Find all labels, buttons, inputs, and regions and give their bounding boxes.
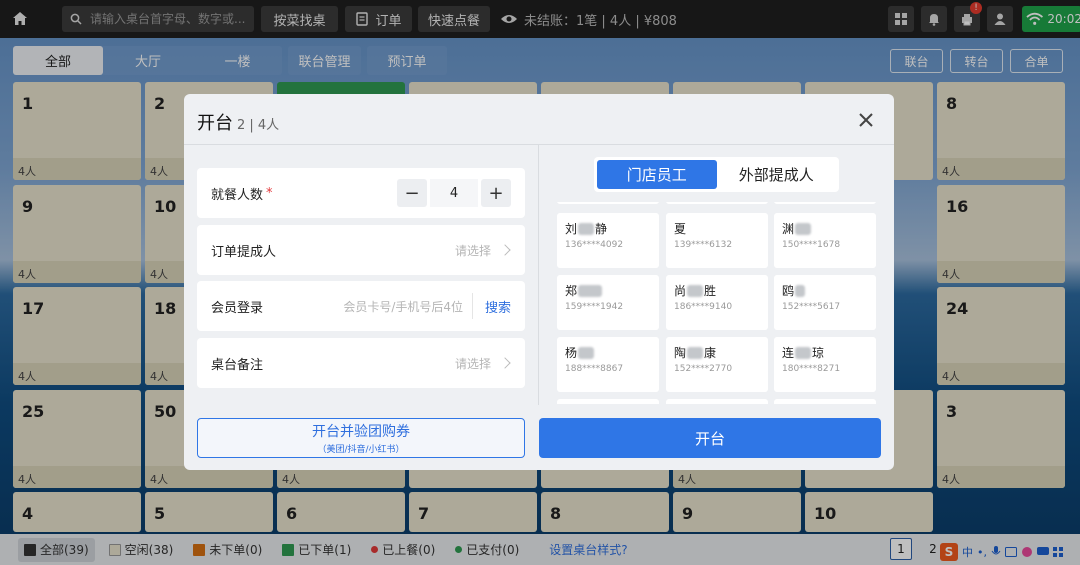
divider: [472, 293, 473, 319]
guest-count-row: 就餐人数 * − 4 +: [197, 168, 525, 218]
staff-card-partial[interactable]: [666, 202, 768, 204]
table-note-row[interactable]: 桌台备注 请选择: [197, 338, 525, 388]
redaction-blur: [795, 222, 812, 235]
member-login-label: 会员登录: [211, 300, 264, 316]
staff-name-part: 刘: [565, 222, 578, 236]
staff-card[interactable]: 夏 139****6132: [666, 213, 768, 268]
increment-button[interactable]: +: [481, 179, 511, 207]
staff-name: 连琼: [782, 344, 876, 361]
staff-card-partial[interactable]: [557, 399, 659, 404]
redaction-blur: [795, 346, 812, 359]
staff-name-part: 康: [704, 346, 717, 360]
staff-name: 夏: [674, 220, 768, 237]
table-note-label: 桌台备注: [211, 357, 264, 373]
staff-name: 鸥: [782, 282, 876, 299]
redaction-blur: [578, 346, 595, 359]
staff-card-partial[interactable]: [666, 399, 768, 404]
staff-name-part: 夏: [674, 222, 687, 236]
redaction-blur: [578, 284, 603, 297]
divider: [184, 144, 894, 145]
divider: [538, 145, 539, 405]
member-login-row: 会员登录 会员卡号/手机号后4位 搜索: [197, 281, 525, 331]
staff-name: 尚胜: [674, 282, 768, 299]
guest-count-value[interactable]: 4: [430, 179, 478, 207]
commission-person-row[interactable]: 订单提成人 请选择: [197, 225, 525, 275]
dialog-title-area: 开台 2 | 4人: [197, 109, 279, 135]
staff-phone: 159****1942: [565, 302, 624, 312]
redaction-blur: [578, 222, 595, 235]
staff-card[interactable]: 刘静 136****4092: [557, 213, 659, 268]
staff-card-partial[interactable]: [774, 399, 876, 404]
required-mark: *: [266, 185, 273, 201]
dialog-title: 开台: [197, 113, 233, 134]
commission-person-hint: 请选择: [454, 243, 491, 258]
staff-phone: 139****6132: [674, 240, 733, 250]
staff-phone: 152****2770: [674, 364, 733, 374]
member-search-button[interactable]: 搜索: [485, 297, 511, 316]
staff-name-part: 杨: [565, 346, 578, 360]
redaction-blur: [795, 284, 806, 297]
tab-external-person[interactable]: 外部提成人: [717, 160, 837, 189]
button-label: 开台并验团购券: [312, 424, 410, 440]
guest-count-label: 就餐人数: [211, 187, 264, 203]
decrement-button[interactable]: −: [397, 179, 427, 207]
table-note-hint: 请选择: [454, 356, 491, 371]
staff-card[interactable]: 陶康 152****2770: [666, 337, 768, 392]
chevron-right-icon: [499, 244, 511, 256]
staff-card[interactable]: 尚胜 186****9140: [666, 275, 768, 330]
staff-name-part: 琼: [812, 346, 825, 360]
staff-name-part: 郑: [565, 284, 578, 298]
staff-name-part: 尚: [674, 284, 687, 298]
staff-name: 杨: [565, 344, 659, 361]
staff-phone: 150****1678: [782, 240, 841, 250]
staff-name: 刘静: [565, 220, 659, 237]
open-and-verify-coupon-button[interactable]: 开台并验团购券 （美团/抖音/小红书）: [197, 418, 525, 458]
open-table-dialog: 开台 2 | 4人 就餐人数 * − 4 + 订单提成人 请选择 会员登录 会员卡号…: [184, 94, 894, 470]
open-table-button[interactable]: 开台: [539, 418, 881, 458]
staff-phone: 186****9140: [674, 302, 733, 312]
staff-name: 渊: [782, 220, 876, 237]
staff-card-partial[interactable]: [557, 202, 659, 204]
member-input[interactable]: 会员卡号/手机号后4位: [343, 298, 463, 315]
staff-list: 刘静 136****4092 夏 139****6132 渊 150****1678 …: [557, 202, 877, 404]
commission-type-segment: 门店员工 外部提成人: [594, 157, 839, 192]
staff-name: 陶康: [674, 344, 768, 361]
button-sublabel: （美团/抖音/小红书）: [317, 445, 405, 455]
guest-count-stepper: − 4 +: [397, 179, 511, 207]
commission-person-label: 订单提成人: [211, 244, 277, 260]
staff-card[interactable]: 杨 188****8867: [557, 337, 659, 392]
staff-card[interactable]: 渊 150****1678: [774, 213, 876, 268]
staff-name-part: 连: [782, 346, 795, 360]
redaction-blur: [687, 284, 704, 297]
dialog-subtitle: 2 | 4人: [237, 118, 280, 133]
staff-card-partial[interactable]: [774, 202, 876, 204]
staff-name-part: 鸥: [782, 284, 795, 298]
staff-card[interactable]: 鸥 152****5617: [774, 275, 876, 330]
staff-name-part: 陶: [674, 346, 687, 360]
staff-phone: 152****5617: [782, 302, 841, 312]
staff-name: 郑: [565, 282, 659, 299]
staff-card[interactable]: 郑 159****1942: [557, 275, 659, 330]
staff-name-part: 胜: [704, 284, 717, 298]
staff-name-part: 渊: [782, 222, 795, 236]
close-icon[interactable]: [854, 108, 878, 132]
tab-store-staff[interactable]: 门店员工: [597, 160, 717, 189]
staff-card[interactable]: 连琼 180****8271: [774, 337, 876, 392]
staff-phone: 188****8867: [565, 364, 624, 374]
staff-phone: 136****4092: [565, 240, 624, 250]
staff-name-part: 静: [595, 222, 608, 236]
redaction-blur: [687, 346, 704, 359]
chevron-right-icon: [499, 357, 511, 369]
staff-phone: 180****8271: [782, 364, 841, 374]
